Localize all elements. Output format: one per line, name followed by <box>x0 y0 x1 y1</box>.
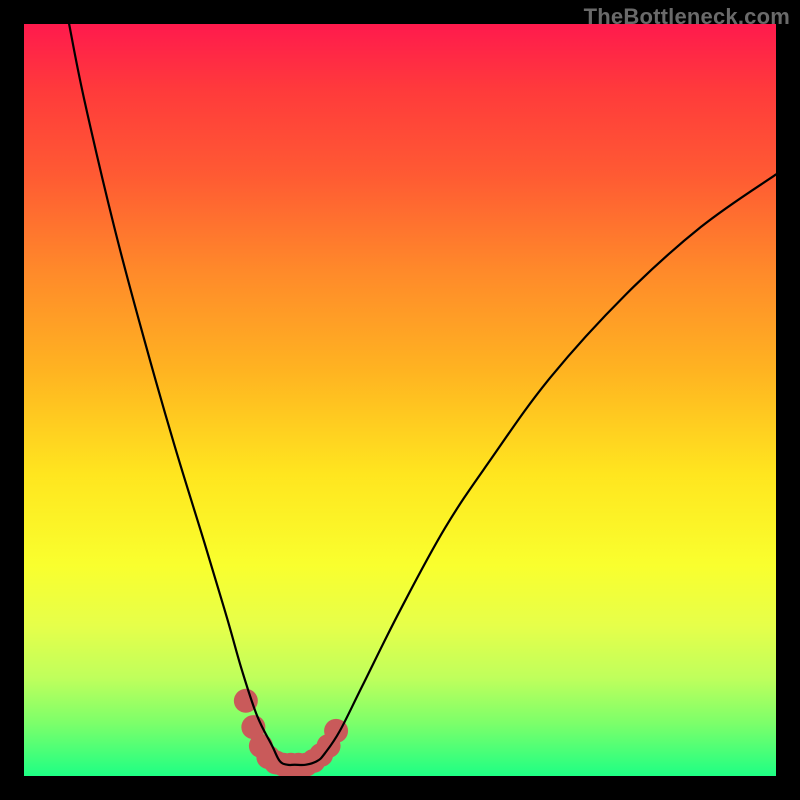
watermark-text: TheBottleneck.com <box>584 4 790 30</box>
chart-svg <box>24 24 776 776</box>
chart-plot-area <box>24 24 776 776</box>
curve-line <box>69 24 776 765</box>
